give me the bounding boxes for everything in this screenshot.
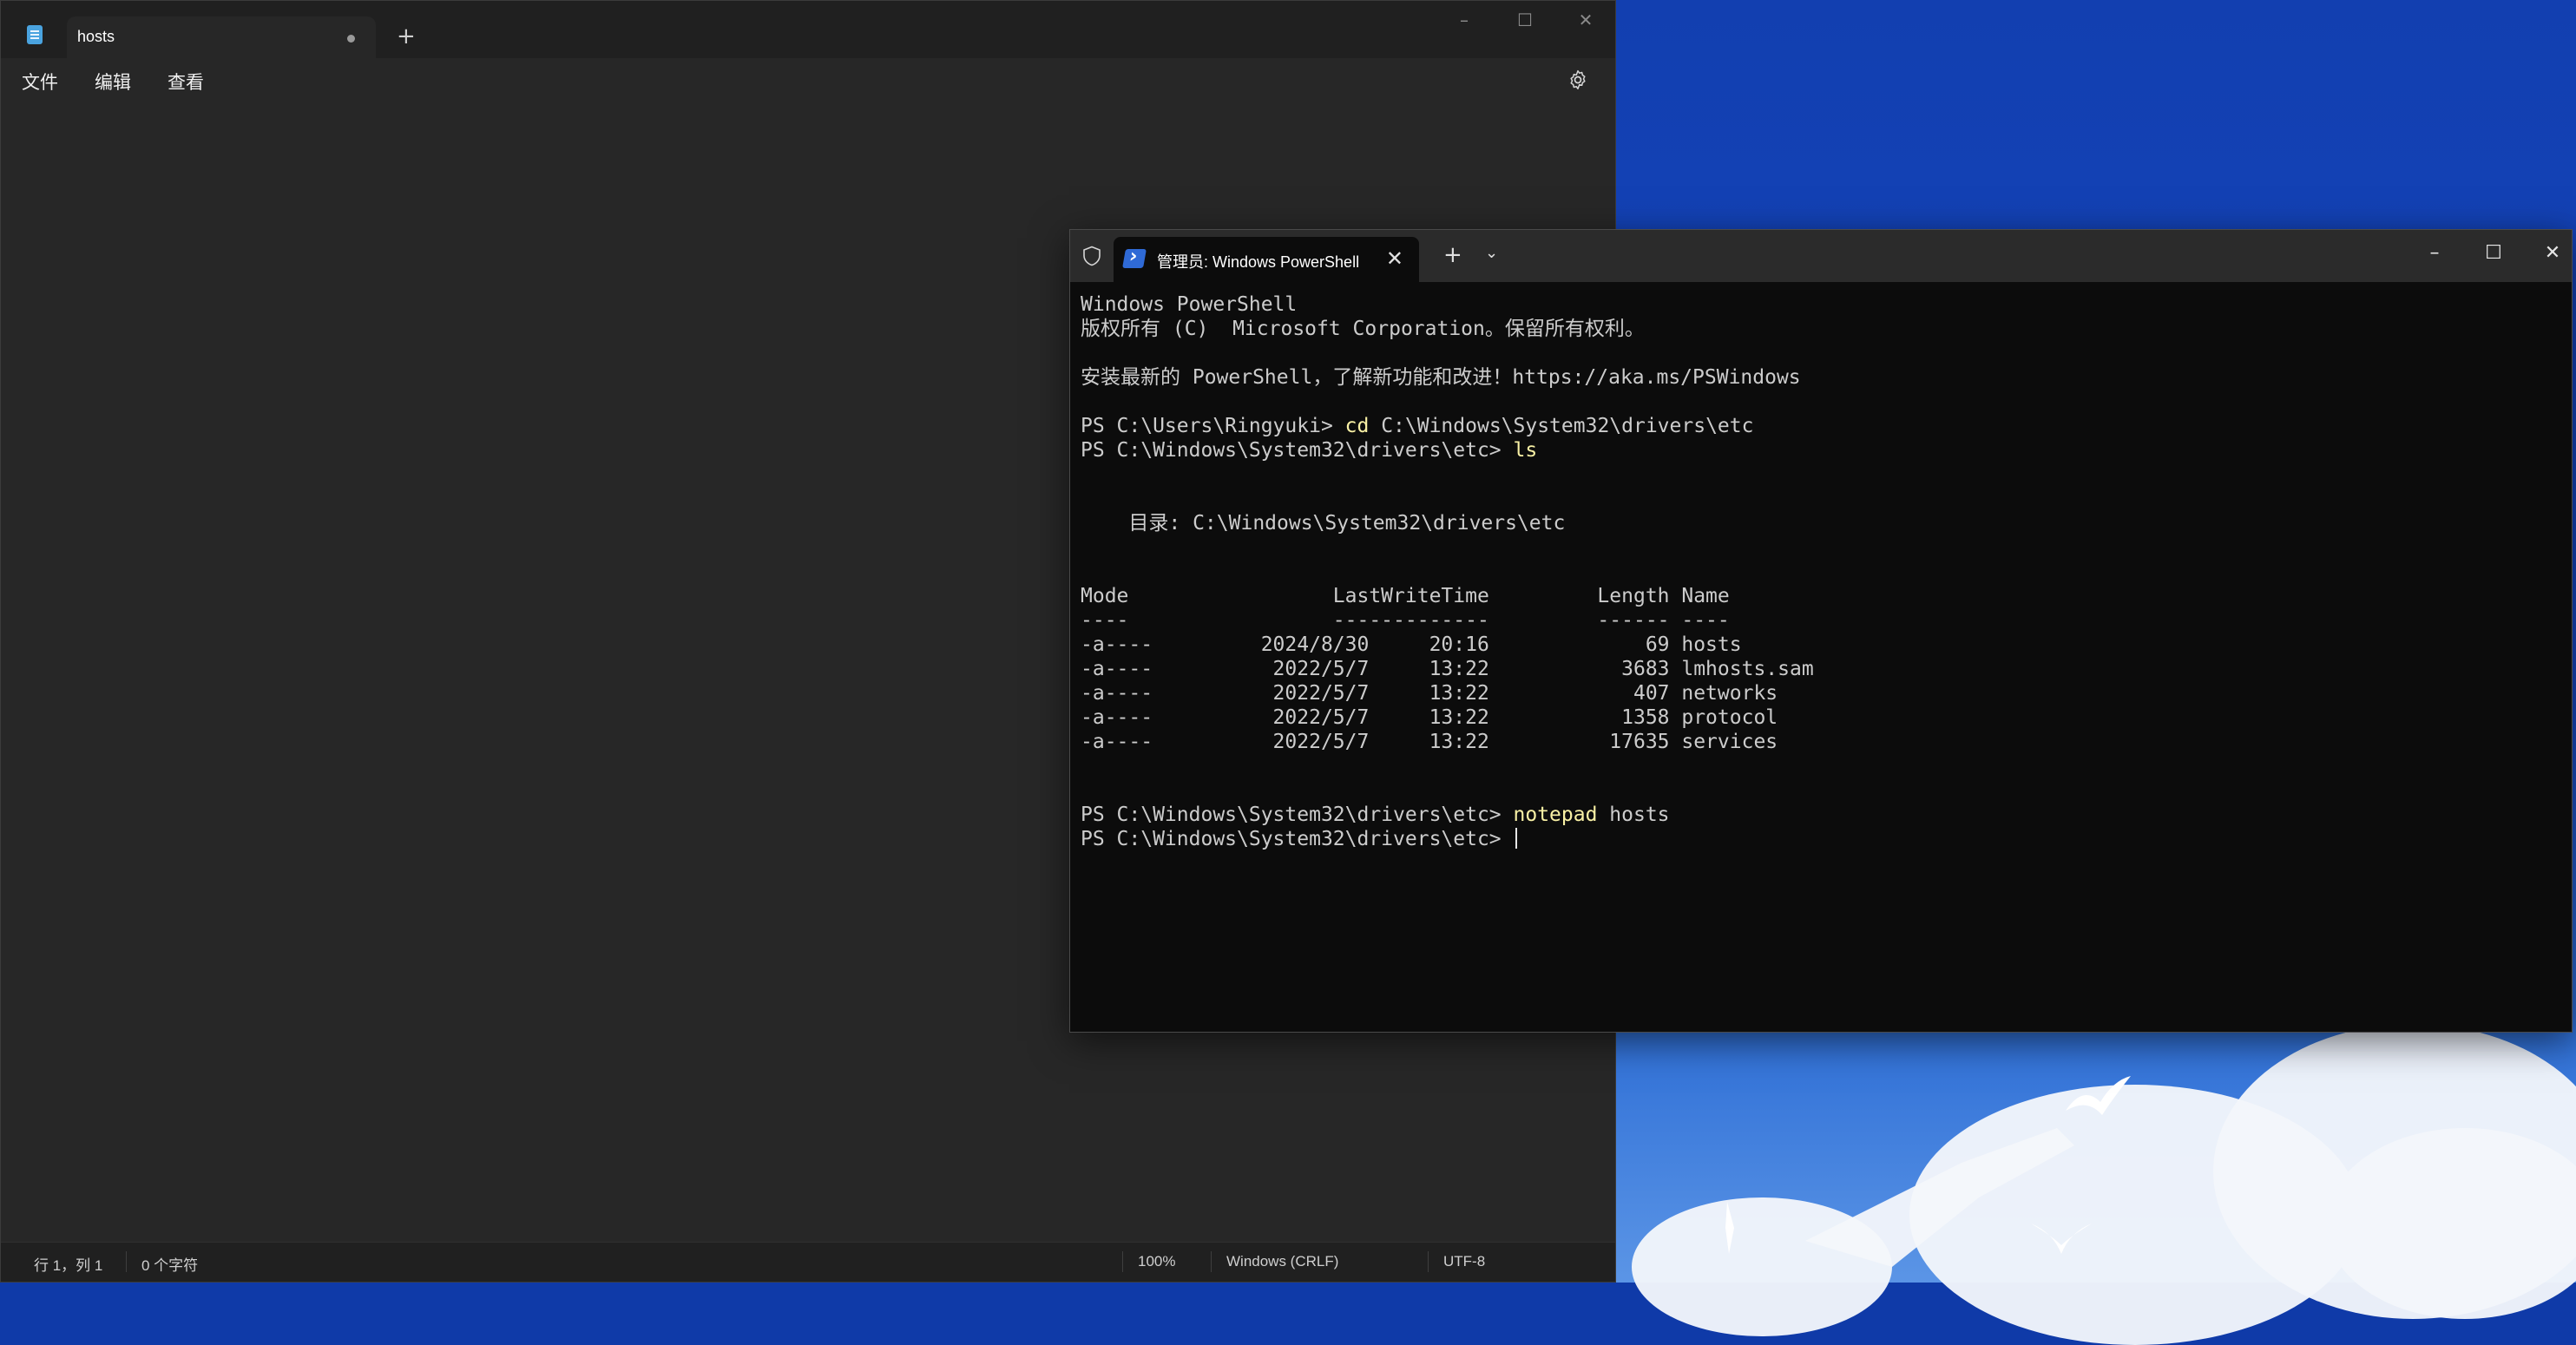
terminal-line: Mode LastWriteTime Length Name (1081, 584, 2561, 608)
char-count: 0 个字符 (141, 1257, 199, 1274)
notepad-tab-title: hosts (77, 28, 115, 45)
terminal-line: -a---- 2022/5/7 13:22 17635 services (1081, 730, 2561, 754)
terminal-titlebar[interactable]: 管理员: Windows PowerShell ✕ + ⌄ – ☐ ✕ (1070, 230, 2572, 282)
line-ending[interactable]: Windows (CRLF) (1226, 1253, 1338, 1270)
terminal-line: ---- ------------- ------ ---- (1081, 608, 2561, 633)
maximize-icon[interactable]: ☐ (1508, 10, 1542, 30)
status-divider (1211, 1251, 1212, 1272)
terminal-prompt: PS C:\Windows\System32\drivers\etc> (1081, 828, 1514, 850)
terminal-line: 目录: C:\Windows\System32\drivers\etc (1081, 511, 2561, 535)
close-icon[interactable]: ✕ (1386, 246, 1403, 271)
terminal-line: -a---- 2022/5/7 13:22 407 networks (1081, 681, 2561, 705)
close-icon[interactable]: ✕ (2533, 242, 2572, 264)
terminal-text: 目录: C:\Windows\System32\drivers\etc (1081, 512, 1566, 535)
terminal-text: Mode LastWriteTime Length Name (1081, 585, 1730, 607)
terminal-line: 安装最新的 PowerShell，了解新功能和改进！https://aka.ms… (1081, 365, 2561, 390)
terminal-line: PS C:\Windows\System32\drivers\etc> ls (1081, 438, 2561, 463)
terminal-tab-title: 管理员: Windows PowerShell (1157, 253, 1360, 271)
zoom-level[interactable]: 100% (1138, 1253, 1175, 1270)
terminal-text: 版权所有 (C) Microsoft Corporation。保留所有权利。 (1081, 318, 1645, 340)
close-icon[interactable]: ✕ (1568, 10, 1603, 30)
terminal-line: -a---- 2022/5/7 13:22 3683 lmhosts.sam (1081, 657, 2561, 681)
menu-file[interactable]: 文件 (22, 69, 58, 95)
minimize-icon[interactable]: – (2415, 242, 2454, 264)
wallpaper-bird (2066, 1076, 2131, 1115)
terminal-line: -a---- 2024/8/30 20:16 69 hosts (1081, 633, 2561, 657)
notepad-tab[interactable]: hosts (67, 16, 376, 58)
terminal-text: -a---- 2022/5/7 13:22 407 networks (1081, 682, 1778, 705)
terminal-line: PS C:\Windows\System32\drivers\etc> note… (1081, 803, 2561, 827)
plus-icon[interactable]: + (397, 23, 416, 49)
terminal-line: Windows PowerShell (1081, 292, 2561, 317)
terminal-prompt: PS C:\Users\Ringyuki> (1081, 415, 1345, 437)
wallpaper-bird (1805, 1128, 2074, 1267)
wallpaper-bird (2031, 1224, 2092, 1254)
terminal-prompt: PS C:\Windows\System32\drivers\etc> (1081, 439, 1514, 462)
terminal-text: -a---- 2022/5/7 13:22 3683 lmhosts.sam (1081, 658, 1814, 680)
terminal-line: PS C:\Windows\System32\drivers\etc> (1081, 827, 2561, 851)
status-divider (1428, 1251, 1429, 1272)
terminal-command-args: C:\Windows\System32\drivers\etc (1369, 415, 1754, 437)
terminal-text: ---- ------------- ------ ---- (1081, 609, 1730, 632)
terminal-command: cd (1344, 415, 1370, 437)
notepad-menubar: 文件 编辑 查看 (1, 58, 1615, 102)
powershell-window: 管理员: Windows PowerShell ✕ + ⌄ – ☐ ✕ Wind… (1069, 229, 2573, 1033)
notepad-titlebar[interactable]: hosts + – ☐ ✕ (1, 1, 1615, 58)
terminal-text: Windows PowerShell (1081, 293, 1298, 316)
wallpaper-bird (1725, 1202, 1734, 1254)
unsaved-indicator-icon[interactable] (347, 35, 355, 43)
terminal-line: 版权所有 (C) Microsoft Corporation。保留所有权利。 (1081, 317, 2561, 341)
terminal-command: ls (1513, 439, 1538, 462)
gear-icon[interactable] (1567, 69, 1589, 91)
plus-icon[interactable]: + (1443, 242, 1462, 268)
terminal-text: -a---- 2022/5/7 13:22 1358 protocol (1081, 706, 1778, 729)
terminal-prompt: PS C:\Windows\System32\drivers\etc> (1081, 804, 1514, 826)
terminal-cursor (1515, 828, 1517, 849)
terminal-output[interactable]: Windows PowerShell 版权所有 (C) Microsoft Cor… (1081, 292, 2561, 851)
notepad-icon (27, 25, 43, 44)
status-divider (126, 1251, 127, 1272)
maximize-icon[interactable]: ☐ (2474, 242, 2513, 264)
terminal-text: -a---- 2022/5/7 13:22 17635 services (1081, 731, 1778, 753)
terminal-text: 安装最新的 PowerShell，了解新功能和改进！https://aka.ms… (1081, 366, 1801, 389)
terminal-line: PS C:\Users\Ringyuki> cd C:\Windows\Syst… (1081, 414, 2561, 438)
terminal-text: -a---- 2024/8/30 20:16 69 hosts (1081, 633, 1742, 656)
powershell-icon (1122, 249, 1147, 268)
status-divider (1122, 1251, 1123, 1272)
menu-view[interactable]: 查看 (168, 69, 204, 95)
terminal-command: notepad (1513, 804, 1598, 826)
notepad-statusbar: 行 1，列 1 0 个字符 100% Windows (CRLF) UTF-8 (1, 1242, 1615, 1282)
minimize-icon[interactable]: – (1447, 10, 1482, 30)
terminal-line: -a---- 2022/5/7 13:22 1358 protocol (1081, 705, 2561, 730)
shield-icon (1083, 246, 1101, 266)
terminal-command-args: hosts (1597, 804, 1670, 826)
terminal-tab[interactable]: 管理员: Windows PowerShell ✕ (1114, 237, 1419, 282)
cursor-position: 行 1，列 1 (34, 1257, 103, 1274)
encoding[interactable]: UTF-8 (1443, 1253, 1485, 1270)
menu-edit[interactable]: 编辑 (95, 69, 131, 95)
chevron-down-icon[interactable]: ⌄ (1485, 244, 1498, 262)
